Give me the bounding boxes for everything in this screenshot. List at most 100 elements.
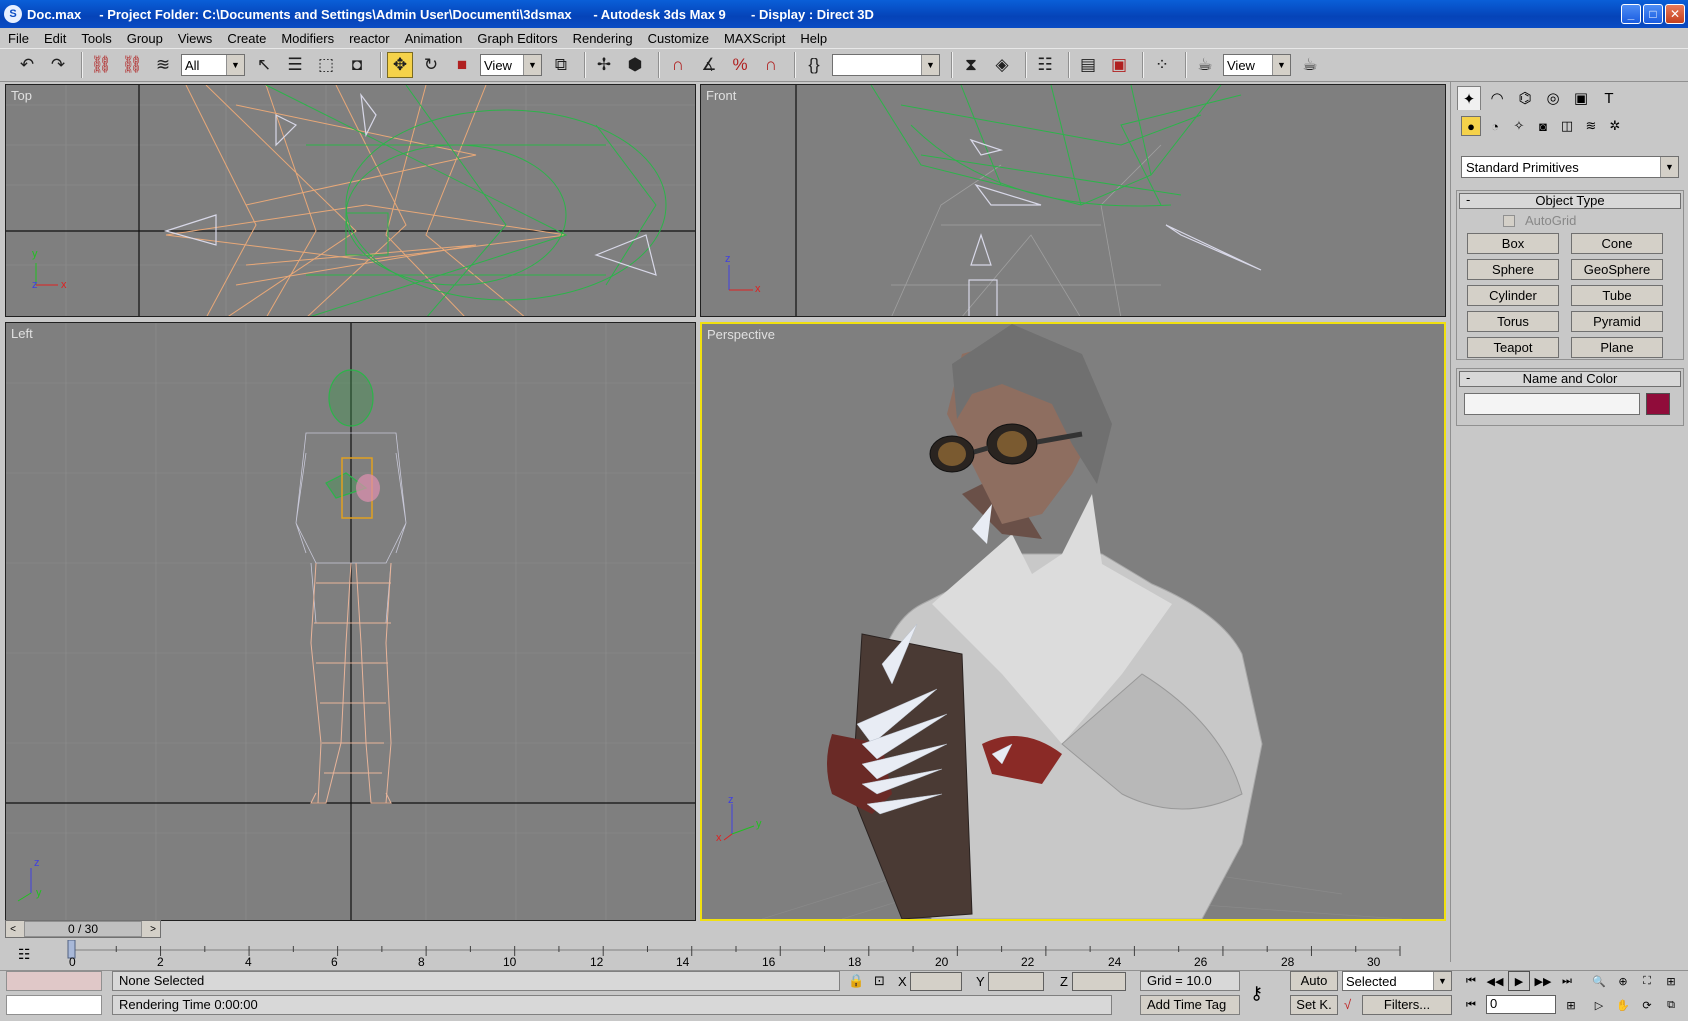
maxscript-input[interactable] xyxy=(6,995,102,1015)
key-icon[interactable]: ⚷ xyxy=(1250,983,1263,1004)
arc-rotate-icon[interactable]: ⟳ xyxy=(1636,995,1658,1015)
chevron-right-icon[interactable]: > xyxy=(146,921,160,937)
minimize-button[interactable]: _ xyxy=(1621,4,1641,24)
select-and-move-icon[interactable]: ✥ xyxy=(387,52,413,78)
select-by-name-icon[interactable]: ☰ xyxy=(282,52,308,78)
pyramid-button[interactable]: Pyramid xyxy=(1571,311,1663,332)
window-crossing-icon[interactable]: ◘ xyxy=(344,52,370,78)
undo-icon[interactable]: ↶ xyxy=(14,52,40,78)
object-color-swatch[interactable] xyxy=(1646,393,1670,415)
time-slider[interactable]: < 0 / 30 > xyxy=(5,920,161,938)
redo-icon[interactable]: ↷ xyxy=(45,52,71,78)
mirror-icon[interactable]: ⧗ xyxy=(958,52,984,78)
edit-named-selection-icon[interactable]: {} xyxy=(801,52,827,78)
sphere-button[interactable]: Sphere xyxy=(1467,259,1559,280)
menu-graph-editors[interactable]: Graph Editors xyxy=(477,31,557,46)
render-scene-icon[interactable]: ☕ xyxy=(1192,52,1218,78)
material-editor-icon[interactable]: ⁘ xyxy=(1149,52,1175,78)
viewport-label-top[interactable]: Top xyxy=(11,88,32,103)
previous-frame-icon[interactable]: ◀◀ xyxy=(1484,971,1506,991)
x-coordinate-input[interactable] xyxy=(910,972,962,991)
default-tangent-icon[interactable]: √ xyxy=(1344,997,1351,1012)
maxscript-listener-mini[interactable] xyxy=(6,971,102,991)
viewport-perspective[interactable]: Perspective z y x xyxy=(700,322,1446,921)
close-button[interactable]: ✕ xyxy=(1665,4,1685,24)
object-category-dropdown[interactable]: Standard Primitives ▼ xyxy=(1461,156,1679,178)
viewport-front[interactable]: Front z x xyxy=(700,84,1446,317)
name-and-color-header[interactable]: - Name and Color xyxy=(1459,371,1681,387)
viewport-label-front[interactable]: Front xyxy=(706,88,736,103)
display-tab-icon[interactable]: ▣ xyxy=(1569,86,1593,110)
field-of-view-icon[interactable]: ▷ xyxy=(1588,995,1610,1015)
keyboard-shortcut-override-icon[interactable]: ⬢ xyxy=(622,52,648,78)
track-bar[interactable]: ☷ 0 2 4 6 8 10 12 14 16 18 20 22 24 26 2… xyxy=(0,940,1450,970)
quick-render-teapot-icon[interactable]: ☕ xyxy=(1297,52,1323,78)
lock-selection-icon[interactable]: 🔒 xyxy=(848,973,864,989)
systems-icon[interactable]: ✲ xyxy=(1605,116,1625,136)
bind-to-space-warp-icon[interactable]: ≋ xyxy=(150,52,176,78)
menu-views[interactable]: Views xyxy=(178,31,212,46)
viewport-label-left[interactable]: Left xyxy=(11,326,33,341)
shapes-icon[interactable]: ◔ xyxy=(1485,116,1505,136)
object-type-header[interactable]: - Object Type xyxy=(1459,193,1681,209)
auto-key-button[interactable]: Auto xyxy=(1290,971,1338,991)
select-and-rotate-icon[interactable]: ↻ xyxy=(418,52,444,78)
menu-maxscript[interactable]: MAXScript xyxy=(724,31,785,46)
snaps-toggle-icon[interactable]: ∩ xyxy=(665,52,691,78)
time-slider-value[interactable]: 0 / 30 xyxy=(24,921,142,937)
unlink-selection-icon[interactable]: ⛓ xyxy=(119,52,145,78)
key-mode-icon[interactable]: ⏮ xyxy=(1460,995,1482,1015)
autogrid-checkbox[interactable]: AutoGrid xyxy=(1503,213,1576,228)
maximize-viewport-icon[interactable]: ⧉ xyxy=(1660,995,1682,1015)
tube-button[interactable]: Tube xyxy=(1571,285,1663,306)
menu-modifiers[interactable]: Modifiers xyxy=(281,31,334,46)
cone-button[interactable]: Cone xyxy=(1571,233,1663,254)
layer-manager-icon[interactable]: ☷ xyxy=(1032,52,1058,78)
key-filter-dropdown[interactable]: Selected ▼ xyxy=(1342,971,1452,991)
menu-customize[interactable]: Customize xyxy=(648,31,709,46)
object-name-input[interactable] xyxy=(1464,393,1640,415)
box-button[interactable]: Box xyxy=(1467,233,1559,254)
menu-edit[interactable]: Edit xyxy=(44,31,66,46)
title-bar[interactable]: S Doc.max - Project Folder: C:\Documents… xyxy=(0,0,1688,28)
reference-coordinate-dropdown[interactable]: View ▼ xyxy=(480,54,542,76)
motion-tab-icon[interactable]: ◎ xyxy=(1541,86,1565,110)
cylinder-button[interactable]: Cylinder xyxy=(1467,285,1559,306)
select-and-link-icon[interactable]: ⛓ xyxy=(88,52,114,78)
next-frame-icon[interactable]: ▶▶ xyxy=(1532,971,1554,991)
current-frame-input[interactable]: 0 xyxy=(1486,995,1556,1014)
select-object-icon[interactable]: ↖ xyxy=(251,52,277,78)
geometry-icon[interactable]: ● xyxy=(1461,116,1481,136)
absolute-mode-icon[interactable]: ⊡ xyxy=(874,973,885,989)
z-coordinate-input[interactable] xyxy=(1072,972,1126,991)
play-icon[interactable]: ▶ xyxy=(1508,971,1530,991)
select-and-scale-icon[interactable]: ■ xyxy=(449,52,475,78)
lights-icon[interactable]: ✧ xyxy=(1509,116,1529,136)
viewport-top[interactable]: Top y x z xyxy=(5,84,696,317)
rectangular-selection-icon[interactable]: ⬚ xyxy=(313,52,339,78)
zoom-extents-all-icon[interactable]: ⊞ xyxy=(1660,971,1682,991)
hierarchy-tab-icon[interactable]: ⌬ xyxy=(1513,86,1537,110)
teapot-button[interactable]: Teapot xyxy=(1467,337,1559,358)
angle-snap-icon[interactable]: ∡ xyxy=(696,52,722,78)
pan-view-icon[interactable]: ✋ xyxy=(1612,995,1634,1015)
menu-rendering[interactable]: Rendering xyxy=(573,31,633,46)
utilities-tab-icon[interactable]: T xyxy=(1597,86,1621,110)
spinner-snap-icon[interactable]: ∩ xyxy=(758,52,784,78)
select-and-manipulate-icon[interactable]: ✢ xyxy=(591,52,617,78)
use-pivot-center-icon[interactable]: ⧉ xyxy=(548,52,574,78)
modify-tab-icon[interactable]: ◠ xyxy=(1485,86,1509,110)
zoom-all-icon[interactable]: ⊕ xyxy=(1612,971,1634,991)
menu-reactor[interactable]: reactor xyxy=(349,31,389,46)
named-selection-dropdown[interactable]: ▼ xyxy=(832,54,940,76)
percent-snap-icon[interactable]: % xyxy=(727,52,753,78)
curve-editor-icon[interactable]: ▤ xyxy=(1075,52,1101,78)
go-to-start-icon[interactable]: ⏮ xyxy=(1460,971,1482,991)
create-tab-icon[interactable]: ✦ xyxy=(1457,86,1481,110)
selection-filter-dropdown[interactable]: All ▼ xyxy=(181,54,245,76)
menu-file[interactable]: File xyxy=(8,31,29,46)
geosphere-button[interactable]: GeoSphere xyxy=(1571,259,1663,280)
align-icon[interactable]: ◈ xyxy=(989,52,1015,78)
zoom-extents-icon[interactable]: ⛶ xyxy=(1636,971,1658,991)
render-view-dropdown[interactable]: View ▼ xyxy=(1223,54,1291,76)
